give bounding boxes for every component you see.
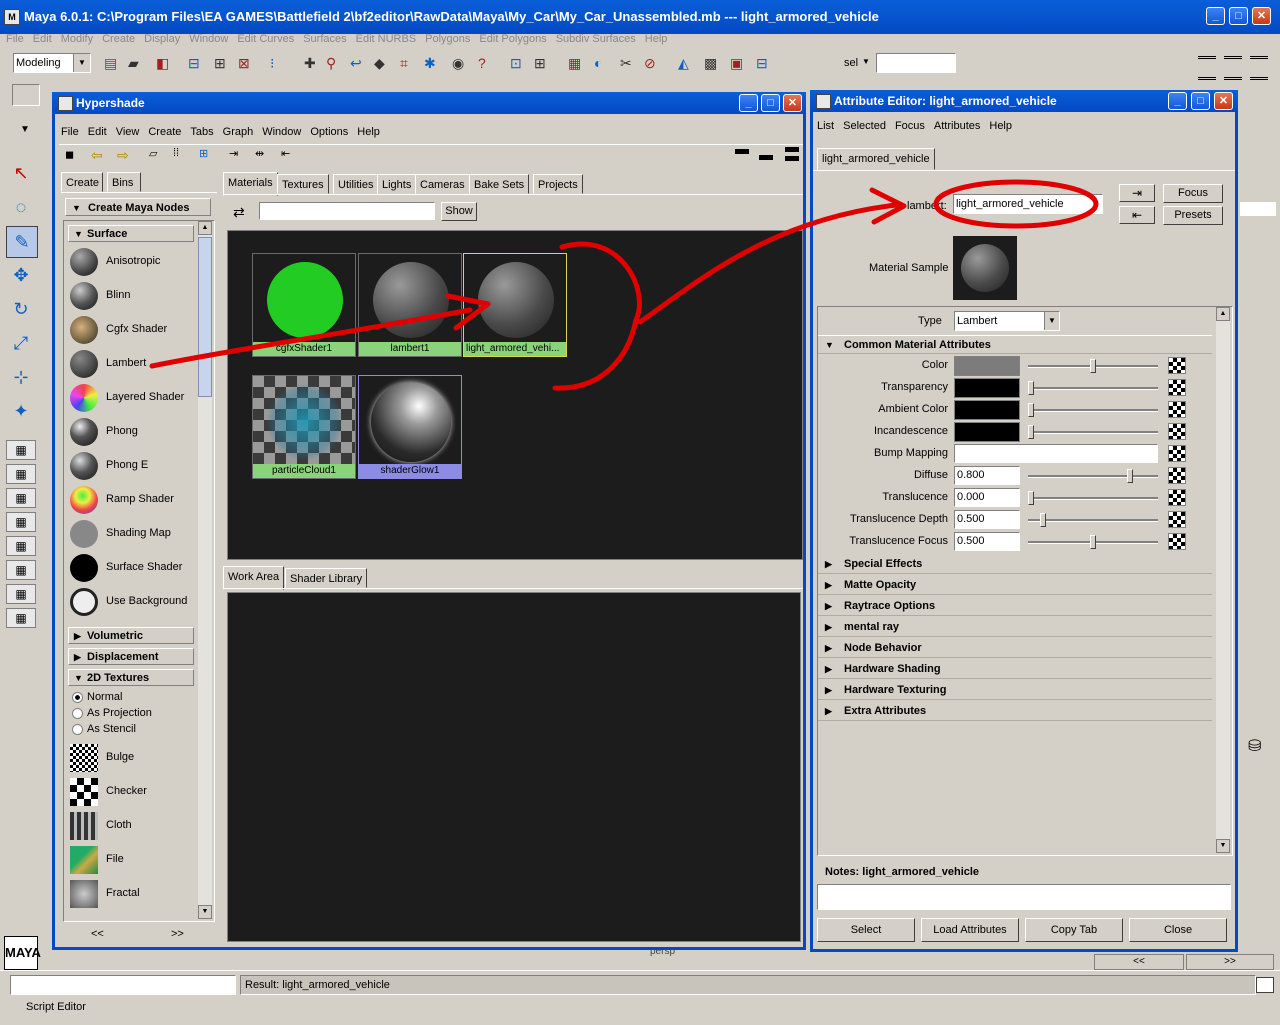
annotation-arrow-lambert xyxy=(149,307,473,369)
annotation-circle xyxy=(933,179,1099,229)
command-line-bar: Result: light_armored_vehicle Script Edi… xyxy=(0,970,1280,1025)
annotation-arrow-attr xyxy=(637,202,899,325)
script-editor-icon[interactable] xyxy=(1256,977,1274,993)
result-line: Result: light_armored_vehicle xyxy=(240,975,1256,995)
command-input[interactable] xyxy=(10,975,236,995)
annotation-bracket xyxy=(552,241,642,391)
script-editor-label: Script Editor xyxy=(26,1001,86,1013)
annotation-overlay xyxy=(149,179,1099,391)
